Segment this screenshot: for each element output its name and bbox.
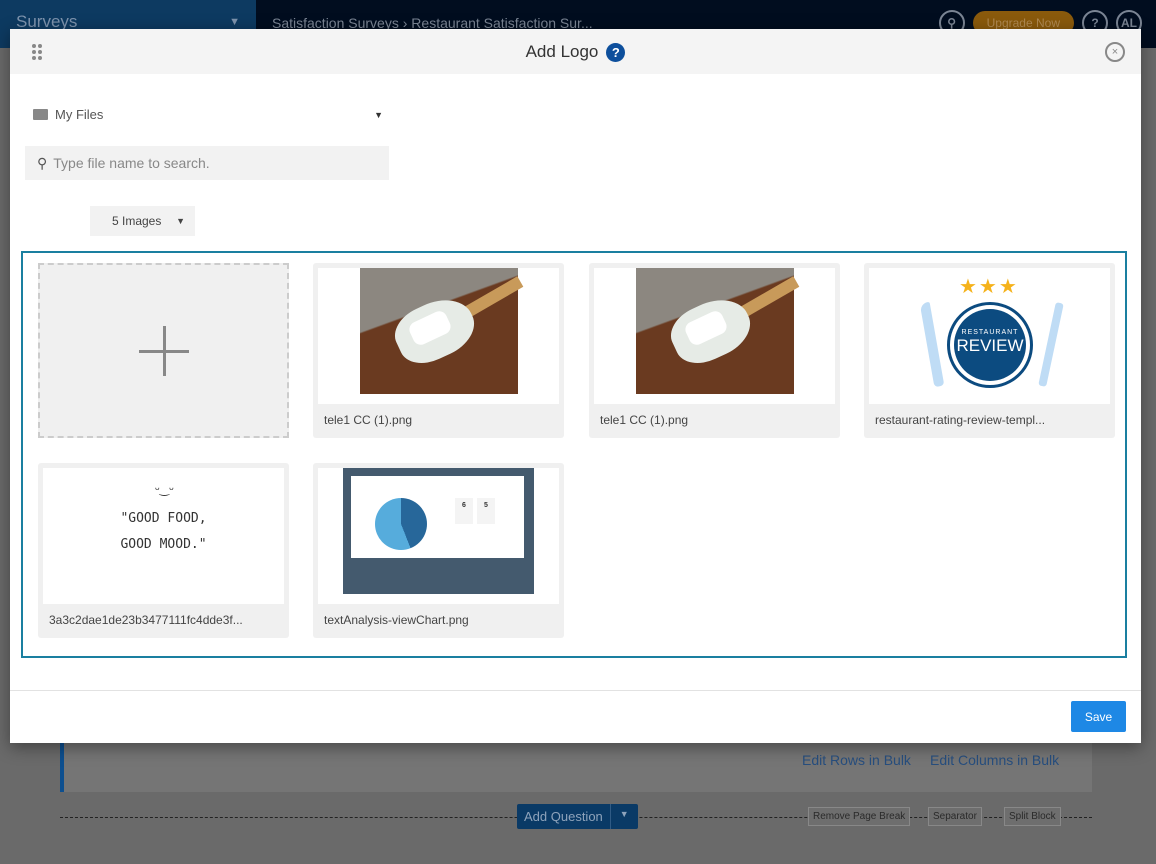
image-thumbnail — [594, 268, 835, 404]
image-grid: tele1 CC (1).png tele1 CC (1).png ★★★ RE… — [21, 251, 1127, 658]
chevron-down-icon: ▼ — [229, 16, 240, 28]
save-button[interactable]: Save — [1071, 701, 1126, 732]
image-text: 5 — [477, 498, 495, 524]
image-count-label: 5 Images — [112, 214, 161, 228]
image-thumbnail: ᵕ‿ᵕ "GOOD FOOD,GOOD MOOD." — [43, 468, 284, 604]
upload-image-button[interactable] — [38, 263, 289, 438]
dialog-header: Add Logo? × — [10, 29, 1141, 74]
logo-text: REVIEW — [956, 336, 1023, 355]
chevron-down-icon[interactable]: ▼ — [610, 804, 638, 829]
image-text: "GOOD FOOD, — [43, 506, 284, 532]
file-name: textAnalysis-viewChart.png — [324, 613, 469, 627]
file-name: tele1 CC (1).png — [324, 413, 412, 427]
file-search: ⚲ — [25, 146, 389, 180]
image-thumbnail: ★★★ RESTAURANTREVIEW — [869, 268, 1110, 404]
search-input[interactable] — [53, 155, 373, 171]
add-logo-dialog: Add Logo? × My Files ▼ ⚲ 5 Images ▼ tele1 … — [10, 29, 1141, 743]
remove-page-break-button[interactable]: Remove Page Break — [808, 807, 910, 826]
dialog-footer-divider — [10, 690, 1141, 691]
file-name: restaurant-rating-review-templ... — [875, 413, 1045, 427]
help-icon[interactable]: ? — [606, 43, 625, 62]
logo-text: RESTAURANT — [954, 329, 1026, 336]
image-card[interactable]: 6 5 textAnalysis-viewChart.png — [313, 463, 564, 638]
drag-handle-icon[interactable] — [32, 44, 42, 60]
image-card[interactable]: tele1 CC (1).png — [313, 263, 564, 438]
edit-columns-link[interactable]: Edit Columns in Bulk — [930, 752, 1059, 768]
close-icon[interactable]: × — [1105, 42, 1125, 62]
edit-rows-link[interactable]: Edit Rows in Bulk — [802, 752, 911, 768]
folder-select[interactable]: My Files ▼ — [33, 107, 383, 122]
split-block-button[interactable]: Split Block — [1004, 807, 1061, 826]
image-thumbnail: 6 5 — [318, 468, 559, 604]
separator-button[interactable]: Separator — [928, 807, 982, 826]
folder-icon — [33, 109, 48, 120]
add-question-label: Add Question — [517, 804, 610, 829]
folder-label: My Files — [55, 107, 103, 122]
image-text: GOOD MOOD." — [43, 532, 284, 558]
dialog-title: Add Logo — [526, 42, 599, 61]
image-card[interactable]: ★★★ RESTAURANTREVIEW restaurant-rating-r… — [864, 263, 1115, 438]
chevron-down-icon: ▼ — [374, 110, 383, 120]
chevron-down-icon: ▼ — [176, 216, 185, 226]
image-count-dropdown[interactable]: 5 Images ▼ — [90, 206, 195, 236]
image-text: 6 — [455, 498, 473, 524]
image-card[interactable]: tele1 CC (1).png — [589, 263, 840, 438]
image-card[interactable]: ᵕ‿ᵕ "GOOD FOOD,GOOD MOOD." 3a3c2dae1de23… — [38, 463, 289, 638]
stars-icon: ★★★ — [959, 274, 1019, 299]
file-name: tele1 CC (1).png — [600, 413, 688, 427]
image-thumbnail — [318, 268, 559, 404]
search-icon: ⚲ — [37, 155, 47, 172]
add-question-button[interactable]: Add Question▼ — [517, 804, 638, 829]
file-name: 3a3c2dae1de23b3477111fc4dde3f... — [49, 613, 243, 627]
